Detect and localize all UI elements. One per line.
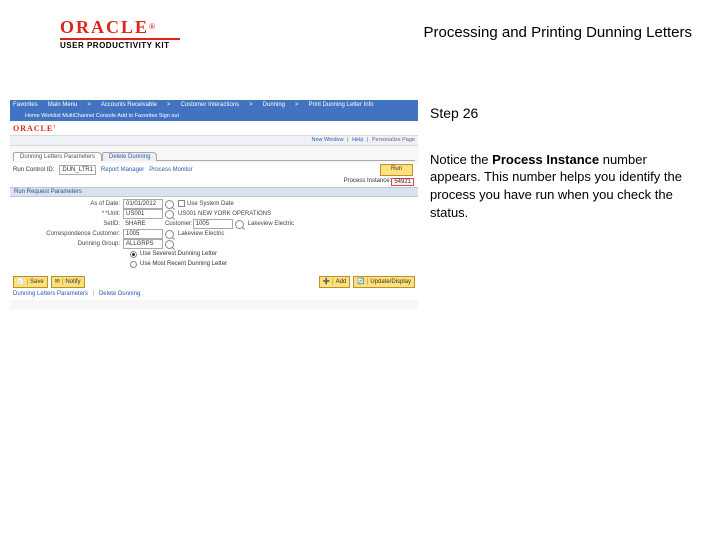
app-subbar: Home Worklist MultiChannel Console Add t…: [10, 111, 418, 121]
footlink-params[interactable]: Dunning Letters Parameters: [13, 291, 88, 297]
corrcust-desc: Lakeview Electric: [178, 231, 224, 237]
bc-ar[interactable]: Accounts Receivable: [101, 100, 157, 111]
action-bar: 📄|Save ✉|Notify ➕|Add 🔄|Update/Display: [10, 273, 418, 288]
oracle-upk-logo: ORACLE® USER PRODUCTIVITY KIT: [60, 18, 180, 50]
mini-oracle-logo: ORACLE': [13, 124, 56, 133]
app-topbar: Favorites Main Menu > Accounts Receivabl…: [10, 100, 418, 111]
runcontrol-value: DUN_LTR1: [59, 165, 96, 175]
lookup-icon[interactable]: [165, 230, 174, 239]
asof-field[interactable]: 01/01/2012: [123, 199, 163, 209]
link-newwindow[interactable]: New Window: [311, 137, 343, 143]
instr-bold: Process Instance: [492, 152, 599, 167]
link-signout[interactable]: Sign out: [159, 113, 179, 119]
form-grid: As of Date: 01/01/2012 Use System Date *…: [10, 197, 418, 273]
tab-delete-dunning[interactable]: Delete Dunning: [102, 152, 157, 161]
bc-print[interactable]: Print Dunning Letter Info: [309, 100, 374, 111]
app-brand-row: ORACLE': [10, 121, 418, 136]
link-home[interactable]: Home: [25, 113, 40, 119]
lookup-icon[interactable]: [165, 210, 174, 219]
customer-desc: Lakeview Electric: [248, 221, 294, 227]
reg-mark: ®: [149, 22, 157, 31]
tab-dunning-parameters[interactable]: Dunning Letters Parameters: [13, 152, 102, 161]
oracle-word: ORACLE: [60, 17, 149, 37]
asof-label: As of Date:: [10, 201, 123, 207]
process-instance-row: Process Instance: 54921: [10, 177, 418, 187]
tab-row: Dunning Letters Parameters Delete Dunnin…: [10, 146, 418, 160]
link-report-manager[interactable]: Report Manager: [101, 167, 144, 173]
run-control-row: Run Control ID: DUN_LTR1 Report Manager …: [10, 163, 418, 177]
runcontrol-label: Run Control ID:: [13, 167, 54, 173]
unit-label: *Unit:: [10, 211, 123, 217]
step-instruction: Notice the Process Instance number appea…: [430, 151, 690, 221]
radio-recent-label: Use Most Recent Dunning Letter: [140, 261, 227, 267]
app-utility-links: New Window | Help | Personalize Page: [10, 136, 418, 146]
upk-header: ORACLE® USER PRODUCTIVITY KIT Processing…: [0, 18, 720, 78]
corrcust-label: Correspondence Customer:: [10, 231, 123, 237]
corrcust-field[interactable]: 1005: [123, 229, 163, 239]
link-mcc[interactable]: MultiChannel Console: [62, 113, 116, 119]
setid-label: SetID:: [10, 221, 123, 227]
process-instance-label: Process Instance:: [344, 178, 392, 186]
lookup-icon[interactable]: [165, 240, 174, 249]
add-button[interactable]: ➕|Add: [319, 276, 351, 288]
bc-favorites[interactable]: Favorites: [13, 100, 38, 111]
lookup-icon[interactable]: [235, 220, 244, 229]
dunninggroup-field[interactable]: ALLGRPS: [123, 239, 163, 249]
use-sysdate-checkbox[interactable]: [178, 200, 185, 207]
footer-tab-links: Dunning Letters Parameters | Delete Dunn…: [10, 288, 418, 300]
notify-button[interactable]: ✉|Notify: [51, 276, 85, 288]
page-title: Processing and Printing Dunning Letters: [424, 24, 693, 41]
oracle-wordmark: ORACLE®: [60, 18, 180, 36]
link-worklist[interactable]: Worklist: [41, 113, 60, 119]
update-button[interactable]: 🔄|Update/Display: [353, 276, 415, 288]
link-personalize[interactable]: Personalize Page: [372, 137, 415, 143]
instruction-panel: Step 26 Notice the Process Instance numb…: [430, 104, 690, 221]
use-sysdate-label: Use System Date: [187, 202, 234, 208]
dunninggroup-label: Dunning Group:: [10, 241, 123, 247]
step-label: Step 26: [430, 104, 690, 123]
upk-subtitle: USER PRODUCTIVITY KIT: [60, 38, 180, 50]
radio-severest-label: Use Severest Dunning Letter: [140, 251, 217, 257]
application-screenshot: Favorites Main Menu > Accounts Receivabl…: [10, 100, 418, 310]
link-addfav[interactable]: Add to Favorites: [117, 113, 157, 119]
unit-field[interactable]: US001: [123, 209, 163, 219]
radio-severest[interactable]: [130, 251, 137, 258]
process-instance-value: 54921: [391, 178, 414, 186]
bc-dunning[interactable]: Dunning: [263, 100, 285, 111]
customer-field[interactable]: 1005: [193, 219, 233, 229]
run-button[interactable]: Run: [380, 164, 413, 176]
bc-mainmenu[interactable]: Main Menu: [48, 100, 78, 111]
footlink-delete[interactable]: Delete Dunning: [99, 291, 140, 297]
calendar-icon[interactable]: [165, 200, 174, 209]
unit-desc: US001 NEW YORK OPERATIONS: [178, 211, 271, 217]
save-button[interactable]: 📄|Save: [13, 276, 48, 288]
bc-cust[interactable]: Customer Interactions: [180, 100, 239, 111]
radio-recent[interactable]: [130, 261, 137, 268]
link-process-monitor[interactable]: Process Monitor: [149, 167, 192, 173]
group-header: Run Request Parameters: [10, 187, 418, 197]
link-help[interactable]: Help: [352, 137, 363, 143]
instr-prefix: Notice the: [430, 152, 492, 167]
setid-value: SHARE: [123, 220, 161, 228]
customer-label: Customer:: [165, 221, 193, 227]
